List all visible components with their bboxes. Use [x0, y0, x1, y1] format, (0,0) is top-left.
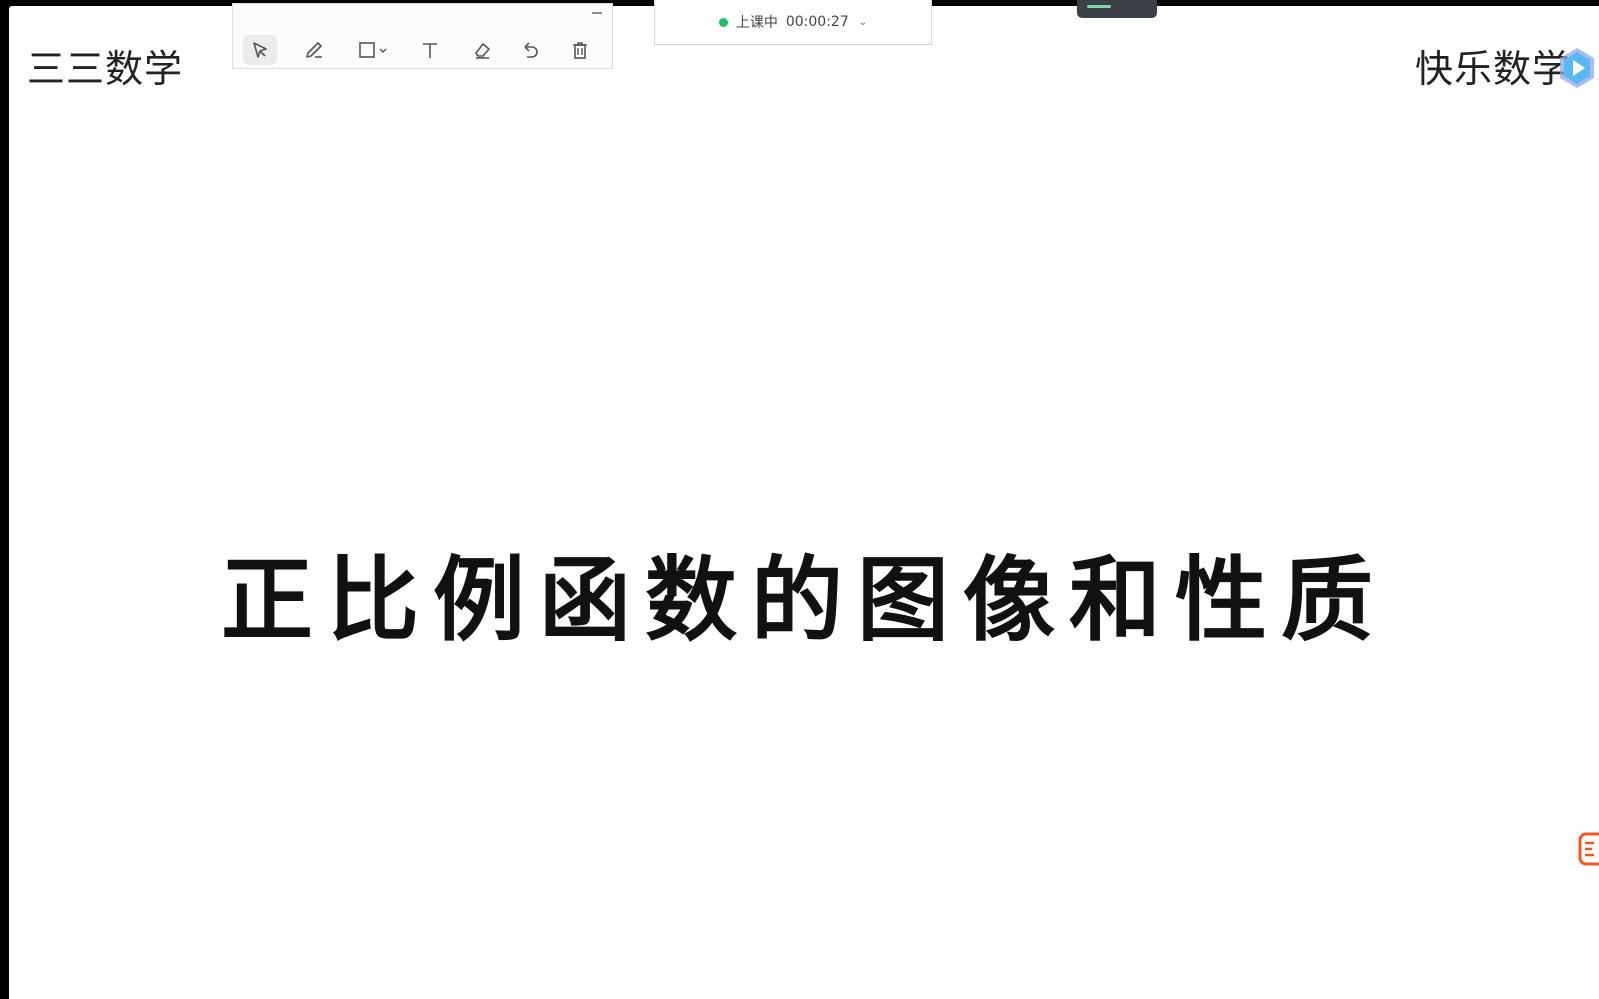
handle-indicator [1087, 5, 1111, 8]
class-timer: 00:00:27 [785, 14, 849, 30]
pen-tool-button[interactable] [297, 35, 331, 65]
eraser-tool-button[interactable] [465, 35, 499, 65]
brand-left-label: 三三数学 [27, 47, 184, 91]
shape-tool-button[interactable] [351, 35, 395, 65]
eraser-icon [475, 43, 490, 59]
minimize-icon[interactable] [592, 12, 602, 14]
trash-icon [573, 42, 587, 59]
rectangle-icon [359, 42, 387, 58]
brand-right-label: 快乐数学 [1414, 47, 1571, 91]
chevron-down-icon: ⌄ [858, 16, 868, 28]
screen: 三三数学 快乐数学 正比例函数的图像和性质 上课中 00:00:27 ⌄ [0, 0, 1599, 999]
cursor-icon [253, 42, 267, 58]
side-widget-icon[interactable] [1578, 832, 1599, 866]
undo-icon [524, 42, 538, 58]
play-badge-icon[interactable] [1558, 46, 1596, 90]
annotation-toolbar [232, 3, 613, 69]
select-tool-button[interactable] [243, 35, 277, 65]
class-status-label: 上课中 [735, 15, 778, 31]
class-status-dropdown[interactable]: 上课中 00:00:27 ⌄ [654, 0, 932, 45]
slide-canvas: 三三数学 快乐数学 正比例函数的图像和性质 [9, 6, 1599, 999]
text-tool-button[interactable] [413, 35, 447, 65]
text-icon [423, 43, 437, 58]
live-status-dot [718, 17, 728, 27]
delete-button[interactable] [563, 35, 597, 65]
top-panel-handle[interactable] [1077, 0, 1157, 18]
undo-button[interactable] [513, 35, 547, 65]
slide-title: 正比例函数的图像和性质 [220, 546, 1387, 654]
pen-icon [306, 42, 322, 58]
